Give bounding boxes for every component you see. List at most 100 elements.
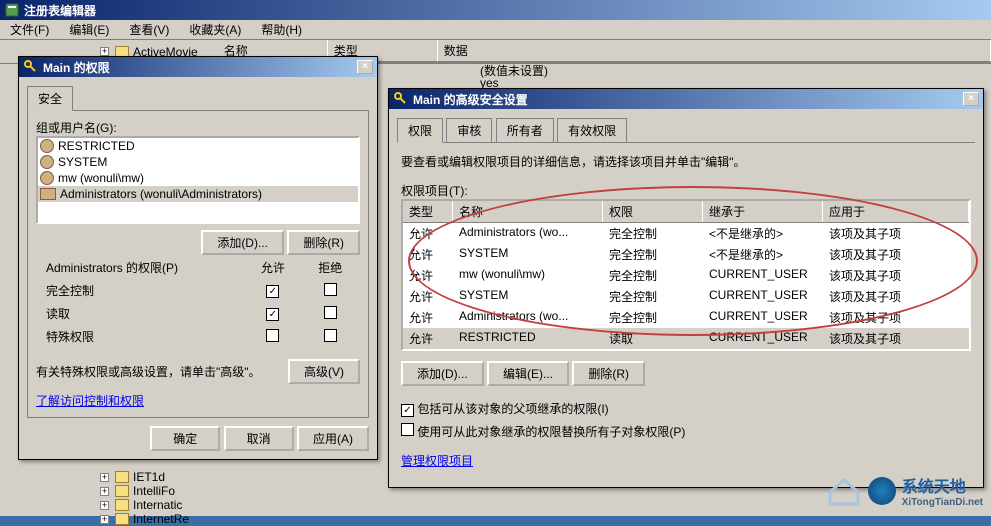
adv-description: 要查看或编辑权限项目的详细信息，请选择该项目并单击"编辑"。 <box>401 153 971 170</box>
cell-type: 允许 <box>403 287 453 306</box>
tree-bottom: +IET1d +IntelliFo +Internatic +InternetR… <box>100 470 189 526</box>
allow-checkbox[interactable] <box>266 285 279 298</box>
close-button[interactable]: × <box>357 60 373 74</box>
tab-effective[interactable]: 有效权限 <box>557 118 627 142</box>
cell-inherit: <不是继承的> <box>703 224 823 243</box>
adv-title: Main 的高级安全设置 <box>413 91 963 108</box>
remove-button[interactable]: 删除(R) <box>287 230 360 255</box>
regedit-titlebar: 注册表编辑器 <box>0 0 991 20</box>
perm-row: 读取 <box>38 303 358 324</box>
menu-help[interactable]: 帮助(H) <box>255 19 308 40</box>
adv-col-perm[interactable]: 权限 <box>603 201 703 222</box>
deny-checkbox[interactable] <box>324 306 337 319</box>
perm-name: 读取 <box>38 303 243 324</box>
table-row[interactable]: 允许 Administrators (wo... 完全控制 <不是继承的> 该项… <box>403 223 969 244</box>
cell-inherit: CURRENT_USER <box>703 329 823 348</box>
logo-text: 系统天地 <box>902 473 983 497</box>
deny-checkbox[interactable] <box>324 283 337 296</box>
table-row[interactable]: 允许 SYSTEM 完全控制 CURRENT_USER 该项及其子项 <box>403 286 969 307</box>
tab-audit[interactable]: 审核 <box>446 118 492 142</box>
adv-titlebar[interactable]: Main 的高级安全设置 × <box>389 89 983 109</box>
list-item[interactable]: Administrators (wonuli\Administrators) <box>38 186 358 202</box>
menu-file[interactable]: 文件(F) <box>4 19 55 40</box>
cell-perm: 完全控制 <box>603 287 703 306</box>
cell-inherit: CURRENT_USER <box>703 266 823 285</box>
table-row[interactable]: 允许 Administrators (wo... 完全控制 CURRENT_US… <box>403 307 969 328</box>
adv-remove-button[interactable]: 删除(R) <box>572 361 645 386</box>
perm-for-label: Administrators 的权限(P) <box>38 257 243 278</box>
expand-icon[interactable]: + <box>100 487 109 496</box>
table-row[interactable]: 允许 mw (wonuli\mw) 完全控制 CURRENT_USER 该项及其… <box>403 265 969 286</box>
perm-titlebar[interactable]: Main 的权限 × <box>19 57 377 77</box>
table-row[interactable]: 允许 RESTRICTED 读取 CURRENT_USER 该项及其子项 <box>403 328 969 349</box>
perm-name: 特殊权限 <box>38 326 243 347</box>
cell-name: mw (wonuli\mw) <box>453 266 603 285</box>
inherit-checkbox-row[interactable]: 包括可从该对象的父项继承的权限(I) <box>401 402 609 416</box>
ok-button[interactable]: 确定 <box>150 426 220 451</box>
cell-apply: 该项及其子项 <box>823 266 969 285</box>
house-icon <box>826 476 862 506</box>
checkbox-icon[interactable] <box>401 404 414 417</box>
permissions-table: Administrators 的权限(P) 允许 拒绝 完全控制 读取 特殊权限 <box>36 255 360 349</box>
users-listbox[interactable]: RESTRICTEDSYSTEMmw (wonuli\mw)Administra… <box>36 136 360 224</box>
add-button[interactable]: 添加(D)... <box>201 230 284 255</box>
tree-item-internatic[interactable]: +Internatic <box>100 498 189 512</box>
menu-edit[interactable]: 编辑(E) <box>63 19 115 40</box>
manage-link[interactable]: 管理权限项目 <box>401 454 473 468</box>
cell-apply: 该项及其子项 <box>823 329 969 348</box>
folder-icon <box>115 513 129 525</box>
cell-perm: 完全控制 <box>603 308 703 327</box>
list-item[interactable]: mw (wonuli\mw) <box>38 170 358 186</box>
table-row[interactable]: 允许 SYSTEM 完全控制 <不是继承的> 该项及其子项 <box>403 244 969 265</box>
tab-owner[interactable]: 所有者 <box>496 118 554 142</box>
menubar: 文件(F) 编辑(E) 查看(V) 收藏夹(A) 帮助(H) <box>0 20 991 40</box>
cell-type: 允许 <box>403 308 453 327</box>
allow-checkbox[interactable] <box>266 308 279 321</box>
cell-name: RESTRICTED <box>453 329 603 348</box>
tab-permissions[interactable]: 权限 <box>397 118 443 143</box>
replace-checkbox-row[interactable]: 使用可从此对象继承的权限替换所有子对象权限(P) <box>401 425 685 439</box>
expand-icon[interactable]: + <box>100 501 109 510</box>
expand-icon[interactable]: + <box>100 47 109 56</box>
special-text: 有关特殊权限或高级设置，请单击"高级"。 <box>36 363 280 380</box>
permission-entries-list[interactable]: 类型 名称 权限 继承于 应用于 允许 Administrators (wo..… <box>401 199 971 351</box>
advanced-button[interactable]: 高级(V) <box>288 359 360 384</box>
cell-type: 允许 <box>403 329 453 348</box>
adv-col-inherit[interactable]: 继承于 <box>703 201 823 222</box>
cell-type: 允许 <box>403 245 453 264</box>
list-item[interactable]: RESTRICTED <box>38 138 358 154</box>
learn-link[interactable]: 了解访问控制和权限 <box>36 394 144 408</box>
tree-item-intellifor[interactable]: +IntelliFo <box>100 484 189 498</box>
folder-icon <box>115 485 129 497</box>
expand-icon[interactable]: + <box>100 473 109 482</box>
logo-url: XiTongTianDi.net <box>902 497 983 508</box>
adv-add-button[interactable]: 添加(D)... <box>401 361 484 386</box>
entries-label: 权限项目(T): <box>401 182 971 199</box>
tab-security[interactable]: 安全 <box>27 86 73 111</box>
adv-edit-button[interactable]: 编辑(E)... <box>487 361 569 386</box>
cell-name: SYSTEM <box>453 287 603 306</box>
close-button[interactable]: × <box>963 92 979 106</box>
adv-col-type[interactable]: 类型 <box>403 201 453 222</box>
key-icon <box>23 59 39 75</box>
user-name: Administrators (wonuli\Administrators) <box>60 187 262 201</box>
checkbox-icon[interactable] <box>401 423 414 436</box>
cancel-button[interactable]: 取消 <box>224 426 294 451</box>
col-deny: 拒绝 <box>303 257 358 278</box>
col-data[interactable]: 数据 <box>438 40 991 62</box>
adv-col-apply[interactable]: 应用于 <box>823 201 969 222</box>
menu-fav[interactable]: 收藏夹(A) <box>183 19 247 40</box>
adv-col-name[interactable]: 名称 <box>453 201 603 222</box>
apply-button[interactable]: 应用(A) <box>297 426 369 451</box>
tree-item-internetre[interactable]: +InternetRe <box>100 512 189 526</box>
perm-title: Main 的权限 <box>43 59 357 76</box>
cell-inherit: CURRENT_USER <box>703 287 823 306</box>
deny-checkbox[interactable] <box>324 329 337 342</box>
list-item[interactable]: SYSTEM <box>38 154 358 170</box>
perm-row: 完全控制 <box>38 280 358 301</box>
allow-checkbox[interactable] <box>266 329 279 342</box>
regedit-title: 注册表编辑器 <box>24 2 987 19</box>
tree-item-iet1d[interactable]: +IET1d <box>100 470 189 484</box>
menu-view[interactable]: 查看(V) <box>123 19 175 40</box>
user-name: RESTRICTED <box>58 139 135 153</box>
